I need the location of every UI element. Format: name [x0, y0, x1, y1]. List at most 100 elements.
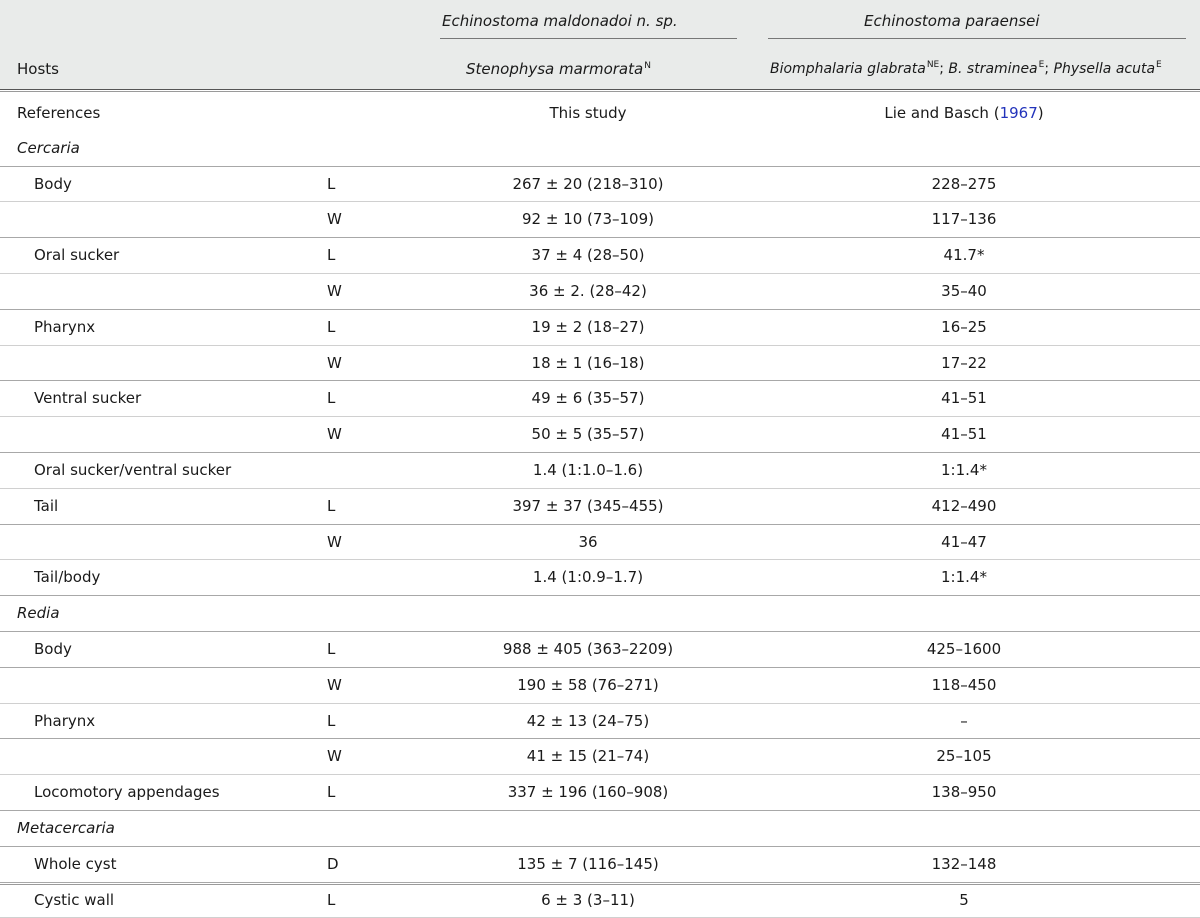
table-row: W 92 ± 10 (73–109) 117–136	[0, 202, 1200, 237]
species-b-heading: Echinostoma paraensei	[864, 12, 1040, 30]
value-cell-paraensei: 118–450	[931, 675, 997, 694]
value-cell-paraensei: 132–148	[931, 854, 997, 873]
value-cell-maldonadoi: 49 ± 6 (35–57)	[531, 389, 645, 408]
value-cell-maldonadoi: 19 ± 2 (18–27)	[531, 317, 645, 336]
table-row: W 190 ± 58 (76–271) 118–450	[0, 668, 1200, 703]
value-cell-maldonadoi: 1.4 (1:0.9–1.7)	[532, 568, 644, 587]
row-label: Tail/body	[34, 568, 101, 587]
table-row: W 41 ± 15 (21–74) 25–105	[0, 739, 1200, 774]
species-b-underline	[768, 38, 1186, 39]
reference-year-link[interactable]: 1967	[1000, 104, 1038, 122]
value-cell-paraensei: 41.7*	[943, 246, 985, 265]
table-row: W 36 41–47	[0, 525, 1200, 560]
value-cell-maldonadoi: 337 ± 196 (160–908)	[507, 783, 669, 802]
table-row: W 50 ± 5 (35–57) 41–51	[0, 417, 1200, 452]
table-row: Body L 988 ± 405 (363–2209) 425–1600	[0, 632, 1200, 667]
reference-close: )	[1037, 104, 1044, 122]
value-cell-maldonadoi: 988 ± 405 (363–2209)	[502, 639, 674, 658]
table-row: Ventral sucker L 49 ± 6 (35–57) 41–51	[0, 381, 1200, 416]
host-b1-superscript: NE	[926, 60, 940, 70]
table-row: W 18 ± 1 (16–18) 17–22	[0, 346, 1200, 381]
section-row: Cercaria	[0, 131, 1200, 166]
references-col-a: This study	[549, 104, 627, 122]
value-cell-paraensei: 41–51	[941, 389, 987, 408]
host-b-separator-2: ;	[1044, 61, 1054, 77]
dimension-cell: W	[327, 532, 342, 551]
row-label: Whole cyst	[34, 854, 117, 873]
host-b1-name: Biomphalaria glabrata	[770, 61, 926, 77]
section-label: Redia	[17, 604, 60, 623]
species-a-heading: Echinostoma maldonadoi n. sp.	[442, 12, 678, 30]
value-cell-maldonadoi: 42 ± 13 (24–75)	[526, 711, 650, 730]
value-cell-maldonadoi: 267 ± 20 (218–310)	[512, 174, 664, 193]
value-cell-maldonadoi: 50 ± 5 (35–57)	[531, 425, 645, 444]
value-cell-paraensei: 16–25	[941, 317, 987, 336]
morphometrics-table: Echinostoma maldonadoi n. sp. Echinostom…	[0, 0, 1200, 918]
species-a-underline	[440, 38, 737, 39]
value-cell-maldonadoi: 18 ± 1 (16–18)	[531, 353, 645, 372]
dimension-cell: W	[327, 353, 342, 372]
dimension-cell: L	[327, 496, 336, 515]
table-row: W 36 ± 2. (28–42) 35–40	[0, 274, 1200, 309]
dimension-cell: W	[327, 210, 342, 229]
table-row: Pharynx L 19 ± 2 (18–27) 16–25	[0, 310, 1200, 345]
value-cell-paraensei: 41–47	[941, 532, 987, 551]
table-row: Oral sucker L 37 ± 4 (28–50) 41.7*	[0, 238, 1200, 273]
bottom-rule	[0, 884, 1200, 885]
value-cell-paraensei: 41–51	[941, 425, 987, 444]
data-rows: Cercaria Body L 267 ± 20 (218–310) 228–275 W 9…	[0, 131, 1200, 918]
reference-authors: Lie and Basch (	[884, 104, 1000, 122]
references-row: References This study Lie and Basch (196…	[0, 96, 1200, 131]
dimension-cell: L	[327, 317, 336, 336]
table-row: Body L 267 ± 20 (218–310) 228–275	[0, 167, 1200, 202]
table-header: Echinostoma maldonadoi n. sp. Echinostom…	[0, 0, 1200, 89]
row-label: Body	[34, 639, 72, 658]
dimension-cell: W	[327, 425, 342, 444]
value-cell-paraensei: 17–22	[941, 353, 987, 372]
host-b2-name: B. straminea	[948, 61, 1038, 77]
value-cell-maldonadoi: 36	[578, 532, 598, 551]
value-cell-maldonadoi: 135 ± 7 (116–145)	[517, 854, 659, 873]
value-cell-paraensei: 412–490	[931, 496, 997, 515]
value-cell-maldonadoi: 190 ± 58 (76–271)	[517, 675, 659, 694]
dimension-cell: W	[327, 281, 342, 300]
dimension-cell: D	[327, 854, 339, 873]
host-a-name: Stenophysa marmorata	[466, 60, 644, 78]
value-cell-maldonadoi: 92 ± 10 (73–109)	[522, 210, 654, 229]
value-cell-maldonadoi: 36 ± 2. (28–42)	[529, 281, 647, 300]
references-col-b: Lie and Basch (1967)	[768, 96, 1160, 131]
value-cell-paraensei: 117–136	[931, 210, 997, 229]
value-cell-paraensei: 1:1.4*	[941, 568, 987, 587]
dimension-cell: L	[327, 711, 336, 730]
value-cell-paraensei: 138–950	[931, 783, 997, 802]
value-cell-paraensei: 1:1.4*	[941, 460, 987, 479]
table-body: References This study Lie and Basch (196…	[0, 96, 1200, 918]
host-b3-superscript: E	[1156, 60, 1162, 70]
value-cell-maldonadoi: 1.4 (1:1.0–1.6)	[532, 460, 644, 479]
table-row: Whole cyst D 135 ± 7 (116–145) 132–148	[0, 847, 1200, 882]
section-label: Metacercaria	[17, 818, 115, 837]
section-row: Metacercaria	[0, 811, 1200, 846]
value-cell-paraensei: 35–40	[941, 281, 987, 300]
dimension-cell: L	[327, 174, 336, 193]
value-cell-paraensei: 25–105	[936, 747, 992, 766]
header-rule	[0, 89, 1200, 90]
value-cell-paraensei: –	[960, 711, 968, 730]
row-label: Body	[34, 174, 72, 193]
row-label: Locomotory appendages	[34, 783, 220, 802]
dimension-cell: W	[327, 675, 342, 694]
table-row: Tail L 397 ± 37 (345–455) 412–490	[0, 489, 1200, 524]
section-row: Redia	[0, 596, 1200, 631]
row-label: Pharynx	[34, 711, 96, 730]
host-b3-name: Physella acuta	[1053, 61, 1156, 77]
dimension-cell: L	[327, 783, 336, 802]
value-cell-paraensei: 425–1600	[926, 639, 1002, 658]
host-a-superscript: N	[644, 61, 651, 71]
value-cell-maldonadoi: 41 ± 15 (21–74)	[526, 747, 650, 766]
dimension-cell: L	[327, 389, 336, 408]
row-label: Oral sucker	[34, 246, 120, 265]
dimension-cell: L	[327, 639, 336, 658]
dimension-cell: L	[327, 246, 336, 265]
row-label: Tail	[34, 496, 59, 515]
table-row: Pharynx L 42 ± 13 (24–75) –	[0, 704, 1200, 739]
